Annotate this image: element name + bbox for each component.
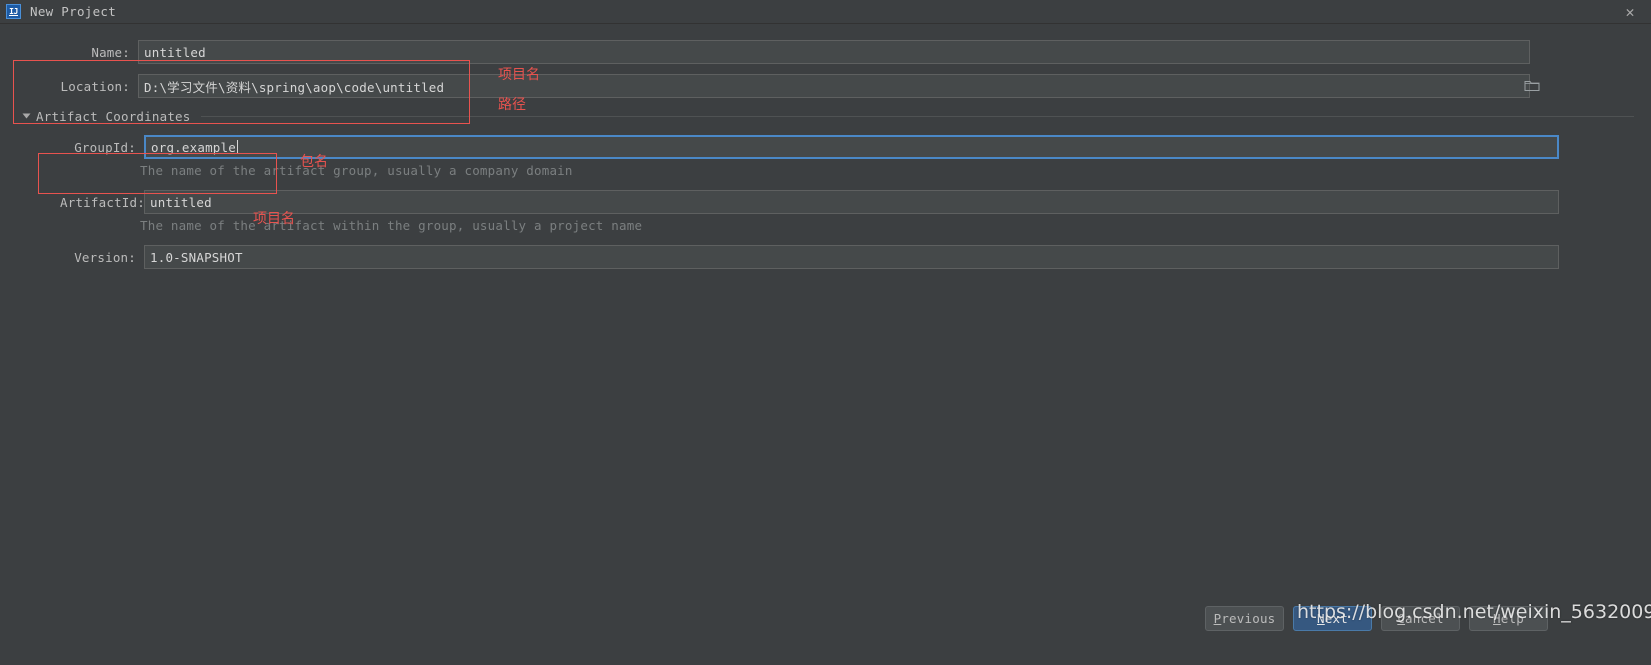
next-button[interactable]: Next	[1293, 606, 1372, 631]
previous-button-mnemonic: P	[1213, 611, 1222, 626]
location-row: Location: D:\学习文件\资料\spring\aop\code\unt…	[14, 74, 1530, 98]
artifact-coordinates-section-header[interactable]: Artifact Coordinates	[22, 108, 1634, 124]
version-input[interactable]: 1.0-SNAPSHOT	[144, 245, 1559, 269]
intellij-idea-icon: IJ	[6, 4, 21, 19]
cancel-button-label: ancel	[1405, 611, 1444, 626]
version-label: Version:	[74, 249, 136, 265]
help-button-mnemonic: H	[1493, 611, 1501, 626]
window-title: New Project	[30, 4, 117, 19]
groupid-row: GroupId: org.example	[60, 135, 1559, 159]
triangle-down-icon[interactable]	[22, 113, 31, 119]
artifactid-row: ArtifactId: untitled	[60, 190, 1559, 214]
name-label: Name:	[91, 44, 130, 60]
dialog-content: Name: untitled Location: D:\学习文件\资料\spri…	[0, 23, 1651, 665]
artifactid-input[interactable]: untitled	[144, 190, 1559, 214]
cancel-button-mnemonic: C	[1397, 611, 1406, 626]
previous-button-label: revious	[1221, 611, 1276, 626]
next-button-label: ext	[1324, 611, 1348, 626]
artifactid-hint: The name of the artifact within the grou…	[140, 218, 643, 233]
next-button-mnemonic: N	[1317, 611, 1325, 626]
previous-button[interactable]: Previous	[1205, 606, 1284, 631]
text-caret	[236, 140, 238, 154]
cancel-button[interactable]: Cancel	[1381, 606, 1460, 631]
window-titlebar: IJ New Project ✕	[0, 0, 1651, 24]
groupid-value: org.example	[151, 139, 236, 155]
help-button[interactable]: Help	[1469, 606, 1548, 631]
section-title: Artifact Coordinates	[36, 108, 191, 124]
dialog-button-bar: Previous Next Cancel Help	[0, 595, 1651, 642]
name-input[interactable]: untitled	[138, 40, 1530, 64]
location-input[interactable]: D:\学习文件\资料\spring\aop\code\untitled	[138, 74, 1530, 98]
version-row: Version: 1.0-SNAPSHOT	[60, 245, 1559, 269]
section-divider	[200, 115, 1634, 117]
groupid-label: GroupId:	[74, 139, 136, 155]
folder-browse-icon[interactable]	[1524, 79, 1540, 92]
help-button-label: elp	[1500, 611, 1524, 626]
groupid-input[interactable]: org.example	[144, 135, 1559, 159]
close-icon[interactable]: ✕	[1621, 3, 1639, 21]
artifactid-label: ArtifactId:	[60, 194, 145, 210]
name-row: Name: untitled	[14, 40, 1530, 64]
groupid-hint: The name of the artifact group, usually …	[140, 163, 573, 178]
location-label: Location:	[60, 78, 130, 94]
